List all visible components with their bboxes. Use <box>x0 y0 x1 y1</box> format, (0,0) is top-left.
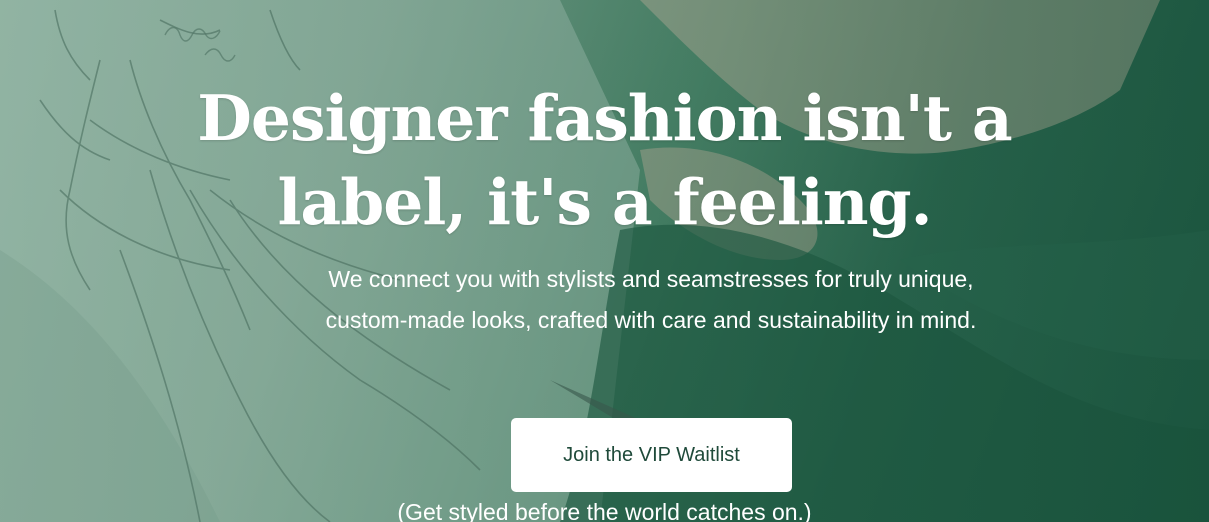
hero-subtext: We connect you with stylists and seamstr… <box>325 266 977 333</box>
hero-headline-line2: label, it's a feeling. <box>277 165 932 239</box>
hero-headline-line1: Designer fashion isn't a <box>197 81 1012 155</box>
hero-section: Designer fashion isn't a label, it's a f… <box>0 0 1209 522</box>
hero-note: (Get styled before the world catches on.… <box>397 499 812 522</box>
hero-headline: Designer fashion isn't a label, it's a f… <box>0 76 1209 244</box>
join-vip-waitlist-button[interactable]: Join the VIP Waitlist <box>511 418 792 492</box>
